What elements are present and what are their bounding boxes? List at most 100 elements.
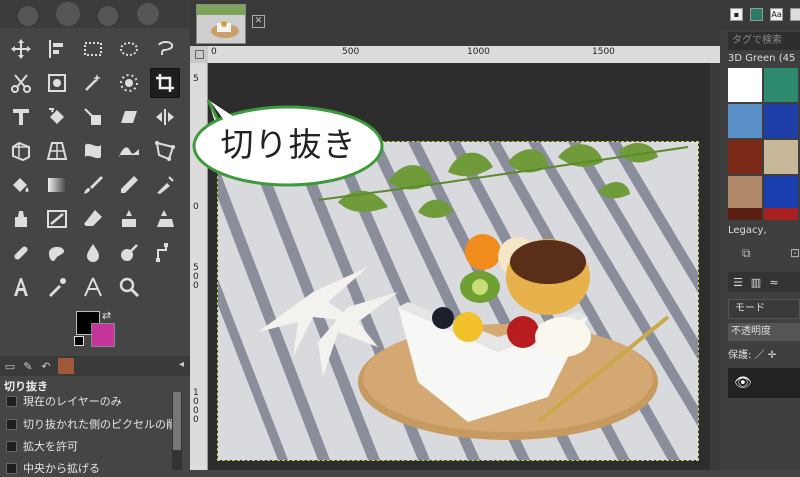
rect-select-icon[interactable] <box>78 34 108 64</box>
perspective-clone-icon[interactable] <box>150 204 180 234</box>
duplicate-icon[interactable]: ⧉ <box>742 246 751 261</box>
layers-tab-icon[interactable]: ☰ <box>730 274 746 290</box>
option-current-layer-only[interactable]: 現在のレイヤーのみ <box>6 392 122 410</box>
callout-label: 切り抜き <box>220 125 357 164</box>
warp-transform-icon[interactable] <box>78 136 108 166</box>
perspective-icon[interactable] <box>42 136 72 166</box>
pencil-icon[interactable] <box>114 170 144 200</box>
scrollbar-thumb[interactable] <box>173 392 181 450</box>
layers-tabbar: ☰ ▥ ≈ <box>728 272 800 292</box>
zoom-icon[interactable] <box>114 272 144 302</box>
paths-tab-icon[interactable]: ≈ <box>766 274 782 290</box>
align-tool-icon[interactable] <box>42 34 72 64</box>
image-canvas[interactable] <box>217 141 699 461</box>
swap-colors-icon[interactable]: ⇄ <box>102 309 111 322</box>
pattern-preview-icon[interactable] <box>750 8 763 21</box>
ruler-label: 500 <box>342 47 360 57</box>
pattern-swatch[interactable] <box>764 208 798 220</box>
checkbox[interactable] <box>6 395 17 407</box>
toolbox: ⇄ ▭ ✎ ↶ ◂ 切り抜き 現在のレイヤーのみ 切り抜かれた側のピクセルの削 … <box>0 0 190 475</box>
background-color-swatch[interactable] <box>91 323 115 347</box>
pattern-swatch[interactable] <box>728 104 762 138</box>
tool-options-scrollbar[interactable] <box>172 392 182 470</box>
blur-icon[interactable] <box>78 238 108 268</box>
pattern-swatch[interactable] <box>764 68 798 102</box>
image-tab-thumbnail[interactable] <box>196 4 246 44</box>
opacity-slider[interactable]: 不透明度 <box>728 323 800 341</box>
fuzzy-select-icon[interactable] <box>78 68 108 98</box>
smudge-icon[interactable] <box>42 238 72 268</box>
image-tabbar: ✕ <box>190 0 720 46</box>
ruler-label: 1000 <box>467 47 490 57</box>
lock-position-icon[interactable]: ✛ <box>768 350 776 361</box>
open-icon[interactable]: ⊡ <box>790 246 800 260</box>
cage-transform-icon[interactable] <box>6 136 36 166</box>
crop-tool-icon[interactable] <box>150 68 180 98</box>
pattern-swatch[interactable] <box>764 104 798 138</box>
font-preview-icon[interactable]: Aa <box>770 8 783 21</box>
tag-search-input[interactable]: タグで検索 <box>728 32 800 50</box>
pattern-swatch[interactable] <box>728 208 762 220</box>
shear-icon[interactable] <box>114 102 144 132</box>
document-icon[interactable] <box>790 8 800 21</box>
lock-label: 保護: ／ ✛ <box>728 346 776 361</box>
ink-icon[interactable] <box>6 204 36 234</box>
wave-icon[interactable] <box>114 136 144 166</box>
option-allow-growing[interactable]: 拡大を許可 <box>6 437 78 455</box>
horizontal-ruler[interactable]: 0 500 1000 1500 <box>208 46 720 64</box>
airbrush-icon[interactable] <box>150 170 180 200</box>
text-tool-icon[interactable] <box>6 272 36 302</box>
ruler-corner-button[interactable] <box>190 46 208 63</box>
pattern-swatch[interactable] <box>728 140 762 174</box>
paths-icon[interactable] <box>150 238 180 268</box>
clone-icon[interactable] <box>114 204 144 234</box>
checkbox[interactable] <box>6 440 17 452</box>
pattern-swatch[interactable] <box>764 176 798 210</box>
pattern-grid[interactable] <box>728 68 800 220</box>
color-select-icon[interactable] <box>114 68 144 98</box>
images-tab-icon[interactable] <box>58 358 74 374</box>
reset-colors-icon[interactable] <box>74 336 84 346</box>
tab-menu-icon[interactable]: ◂ <box>179 359 184 370</box>
tool-options-tab-icon[interactable]: ▭ <box>2 358 18 374</box>
heal-icon[interactable] <box>6 238 36 268</box>
eraser-icon[interactable] <box>78 204 108 234</box>
mypaint-brush-icon[interactable] <box>42 204 72 234</box>
move-tool-icon[interactable] <box>6 34 36 64</box>
option-delete-cropped-pixels[interactable]: 切り抜かれた側のピクセルの削 <box>6 415 177 433</box>
device-status-tab-icon[interactable]: ✎ <box>20 358 36 374</box>
checkbox[interactable] <box>6 418 17 430</box>
scale-icon[interactable] <box>78 102 108 132</box>
brush-preview-icon[interactable]: ▪ <box>730 8 743 21</box>
foreground-select-icon[interactable] <box>42 68 72 98</box>
close-tab-icon[interactable]: ✕ <box>252 15 265 28</box>
color-picker-icon[interactable] <box>42 272 72 302</box>
brush-pattern-tabbar: ▪ Aa <box>720 0 800 30</box>
rotate-icon[interactable] <box>42 102 72 132</box>
visibility-eye-icon[interactable]: 👁 <box>734 375 752 391</box>
ellipse-select-icon[interactable] <box>114 34 144 64</box>
handle-transform-icon[interactable] <box>150 136 180 166</box>
option-expand-from-center[interactable]: 中央から拡げる <box>6 459 100 477</box>
lock-pixels-icon[interactable]: ／ <box>755 350 765 361</box>
pattern-swatch[interactable] <box>728 68 762 102</box>
gradient-icon[interactable] <box>42 170 72 200</box>
pattern-swatch[interactable] <box>728 176 762 210</box>
measure-icon[interactable] <box>78 272 108 302</box>
undo-history-tab-icon[interactable]: ↶ <box>38 358 54 374</box>
option-label: 切り抜かれた側のピクセルの削 <box>23 418 177 431</box>
pattern-swatch[interactable] <box>764 140 798 174</box>
unified-transform-icon[interactable] <box>6 102 36 132</box>
dodge-burn-icon[interactable] <box>114 238 144 268</box>
canvas-vertical-scrollbar[interactable] <box>710 63 720 470</box>
layer-row[interactable]: 👁 <box>728 368 800 398</box>
channels-tab-icon[interactable]: ▥ <box>748 274 764 290</box>
scissors-icon[interactable] <box>6 68 36 98</box>
bucket-fill-icon[interactable] <box>6 170 36 200</box>
free-select-icon[interactable] <box>150 34 180 64</box>
flip-icon[interactable] <box>150 102 180 132</box>
layer-mode-select[interactable]: モード <box>728 299 800 319</box>
paintbrush-icon[interactable] <box>78 170 108 200</box>
pattern-name: 3D Green (45 × <box>728 53 800 64</box>
checkbox[interactable] <box>6 462 17 474</box>
